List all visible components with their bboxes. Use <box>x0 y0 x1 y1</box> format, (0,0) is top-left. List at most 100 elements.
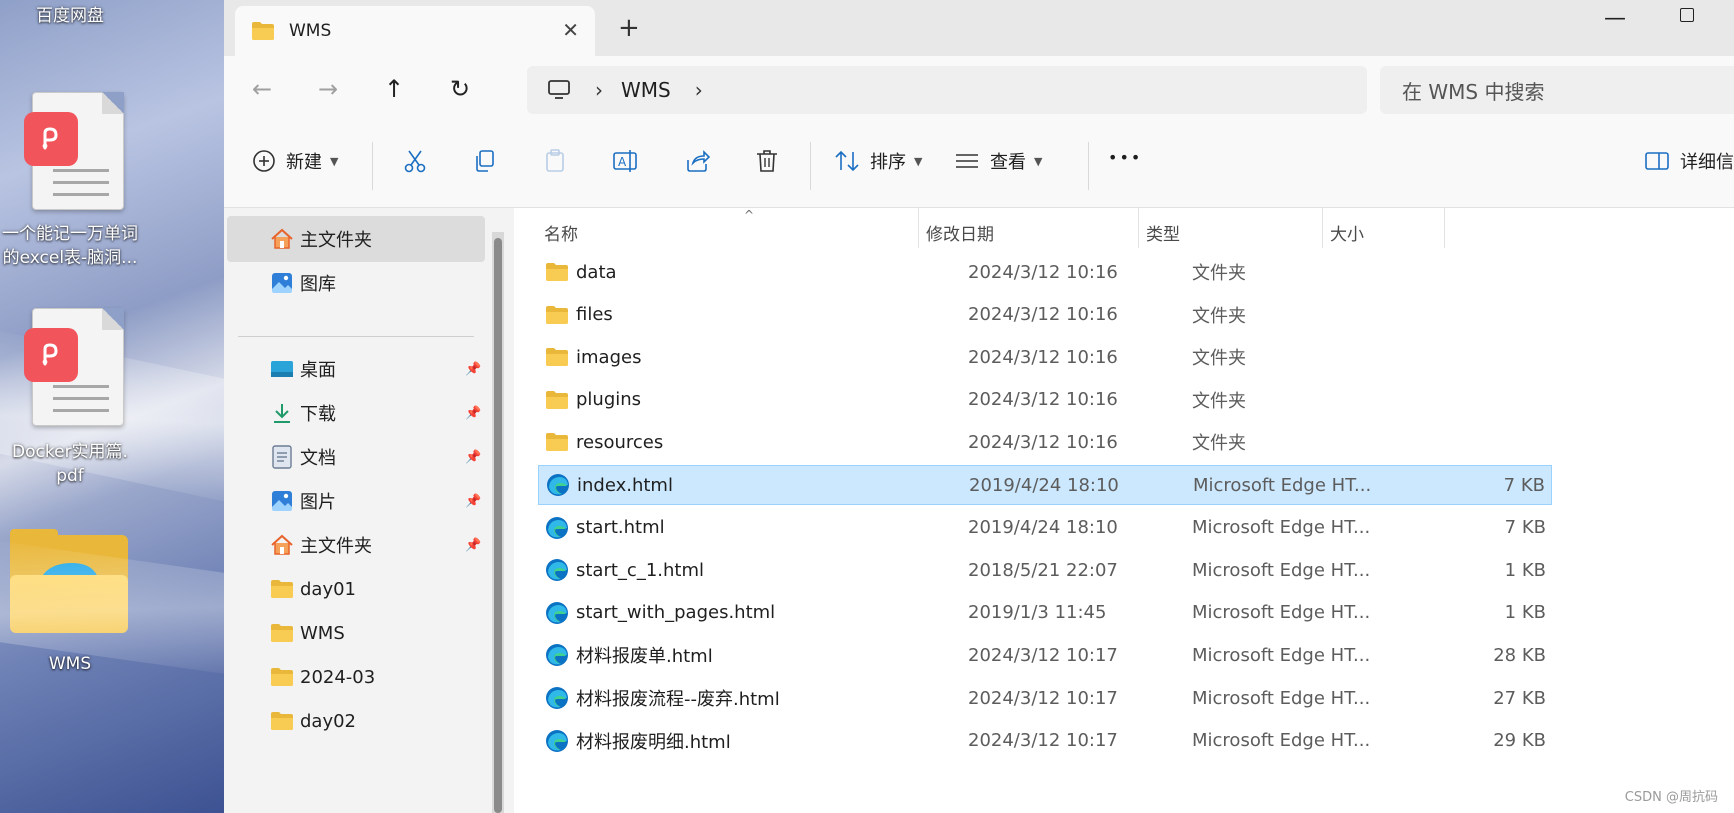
sort-button[interactable]: 排序 ▼ <box>834 148 922 174</box>
paste-icon <box>546 149 564 172</box>
file-type: 文件夹 <box>1192 305 1246 327</box>
file-row[interactable]: 材料报废明细.html 2024/3/12 10:17 Microsoft Edge… <box>538 721 1552 761</box>
file-row[interactable]: 材料报废单.html 2024/3/12 10:17 Microsoft Edge … <box>538 635 1552 675</box>
pin-icon[interactable]: 📌 <box>465 406 481 421</box>
file-name: resources <box>576 431 664 453</box>
file-row[interactable]: index.html 2019/4/24 18:10 Microsoft Edge … <box>538 465 1552 505</box>
nav-item-documents[interactable]: 文档 📌 <box>227 434 485 480</box>
file-list: ^ 名称 修改日期 类型 大小 data 2024/3/12 10:16 文件夹 fi… <box>514 208 1734 813</box>
details-pane-icon <box>1645 152 1669 170</box>
maximize-icon[interactable] <box>1680 8 1694 22</box>
trash-icon <box>757 150 777 172</box>
breadcrumb-chevron-icon[interactable]: › <box>595 78 603 102</box>
column-header-date[interactable]: 修改日期 <box>926 220 994 245</box>
nav-item-pictures[interactable]: 图片 📌 <box>227 478 485 524</box>
address-bar[interactable]: › WMS › <box>527 66 1367 114</box>
nav-item-2024-03[interactable]: 2024-03 <box>227 654 485 700</box>
view-button[interactable]: 查看 ▼ <box>954 148 1042 174</box>
nav-item-home-pinned[interactable]: 主文件夹 📌 <box>227 522 485 568</box>
desktop-icon-docker-pdf[interactable] <box>10 308 124 428</box>
file-type: Microsoft Edge HT... <box>1193 474 1372 496</box>
breadcrumb-current[interactable]: WMS <box>621 78 671 102</box>
tab-wms[interactable]: WMS ✕ <box>235 6 595 56</box>
nav-label: 主文件夹 <box>300 230 372 251</box>
file-type: 文件夹 <box>1192 390 1246 412</box>
nav-scrollbar-thumb[interactable] <box>494 238 502 813</box>
pdf-badge-icon <box>24 328 78 382</box>
new-button[interactable]: 新建 ▼ <box>252 148 338 174</box>
nav-label: 图库 <box>300 274 336 295</box>
pin-icon[interactable]: 📌 <box>465 450 481 465</box>
column-header-type[interactable]: 类型 <box>1146 220 1180 245</box>
file-row[interactable]: resources 2024/3/12 10:16 文件夹 <box>538 422 1552 462</box>
file-type: Microsoft Edge HT... <box>1192 730 1371 752</box>
file-size: 1 KB <box>1504 602 1546 624</box>
more-options-icon[interactable]: ••• <box>1108 148 1142 167</box>
file-row[interactable]: images 2024/3/12 10:16 文件夹 <box>538 337 1552 377</box>
nav-item-downloads[interactable]: 下载 📌 <box>227 390 485 436</box>
file-row[interactable]: 材料报废流程--废弃.html 2024/3/12 10:17 Microsoft … <box>538 678 1552 718</box>
file-row[interactable]: files 2024/3/12 10:16 文件夹 <box>538 295 1552 335</box>
desktop-label-baidu[interactable]: 百度网盘 <box>0 4 140 28</box>
minimize-icon[interactable]: — <box>1604 6 1626 31</box>
nav-item-desktop[interactable]: 桌面 📌 <box>227 346 485 392</box>
desktop-label-docker[interactable]: Docker实用篇. pdf <box>0 440 140 488</box>
sort-label: 排序 <box>870 152 906 173</box>
folder-icon <box>544 259 570 285</box>
file-row[interactable]: start_c_1.html 2018/5/21 22:07 Microsoft E… <box>538 550 1552 590</box>
breadcrumb-chevron-icon[interactable]: › <box>695 78 703 102</box>
paste-button[interactable] <box>542 148 568 174</box>
folder-icon <box>544 429 570 455</box>
folder-icon <box>270 709 294 733</box>
desktop-wms-folder-icon[interactable] <box>10 529 128 633</box>
desktop-label-excel[interactable]: 一个能记一万单词 的excel表-脑洞... <box>0 222 140 270</box>
file-name: start_c_1.html <box>576 559 704 581</box>
pin-icon[interactable]: 📌 <box>465 494 481 509</box>
back-icon[interactable]: ← <box>252 76 272 102</box>
file-name-cell: 材料报废流程--废弃.html <box>544 685 780 711</box>
details-button[interactable]: 详细信 <box>1644 148 1734 174</box>
gallery-icon <box>270 271 294 295</box>
nav-item-gallery[interactable]: 图库 <box>227 260 485 306</box>
copy-button[interactable] <box>472 148 498 174</box>
forward-icon[interactable]: → <box>318 76 338 102</box>
edge-html-icon <box>544 642 570 668</box>
file-row[interactable]: start_with_pages.html 2019/1/3 11:45 Micro… <box>538 593 1552 633</box>
share-button[interactable] <box>684 148 710 174</box>
pictures-icon <box>270 489 294 513</box>
rename-button[interactable]: A <box>612 148 640 174</box>
column-header-name[interactable]: 名称 <box>544 220 578 245</box>
file-name: plugins <box>576 389 642 411</box>
desktop-label-wms[interactable]: WMS <box>0 652 140 676</box>
file-type: 文件夹 <box>1192 348 1246 370</box>
pin-icon[interactable]: 📌 <box>465 538 481 553</box>
file-name-cell: index.html <box>545 472 673 498</box>
up-icon[interactable]: ↑ <box>384 76 404 102</box>
nav-label: day01 <box>300 578 357 600</box>
pin-icon[interactable]: 📌 <box>465 362 481 377</box>
column-header-size[interactable]: 大小 <box>1330 220 1364 245</box>
nav-item-home[interactable]: 主文件夹 <box>227 216 485 262</box>
file-row[interactable]: plugins 2024/3/12 10:16 文件夹 <box>538 380 1552 420</box>
command-bar: 新建 ▼ A 排序 ▼ 查看 ▼ ••• 详细信 <box>224 124 1734 208</box>
new-tab-button[interactable]: + <box>618 14 640 42</box>
file-type: Microsoft Edge HT... <box>1192 644 1371 666</box>
refresh-icon[interactable]: ↻ <box>450 76 470 102</box>
file-row[interactable]: start.html 2019/4/24 18:10 Microsoft Edge … <box>538 508 1552 548</box>
cut-button[interactable] <box>402 148 428 174</box>
nav-item-day02[interactable]: day02 <box>227 698 485 744</box>
desktop-label-line: Docker实用篇. <box>12 442 128 462</box>
scissors-icon <box>404 150 426 173</box>
file-row[interactable]: data 2024/3/12 10:16 文件夹 <box>538 252 1552 292</box>
file-name-cell: start_with_pages.html <box>544 600 775 626</box>
delete-button[interactable] <box>754 148 780 174</box>
search-input[interactable]: 在 WMS 中搜索 <box>1380 66 1734 114</box>
file-name-cell: plugins <box>544 387 641 413</box>
close-tab-icon[interactable]: ✕ <box>562 20 579 40</box>
desktop-icon-excel-pdf[interactable] <box>10 92 124 212</box>
edge-icon <box>36 563 100 606</box>
nav-label: 2024-03 <box>300 666 376 688</box>
nav-item-day01[interactable]: day01 <box>227 566 485 612</box>
nav-item-wms[interactable]: WMS <box>227 610 485 656</box>
file-name: 材料报废流程--废弃.html <box>576 689 780 710</box>
